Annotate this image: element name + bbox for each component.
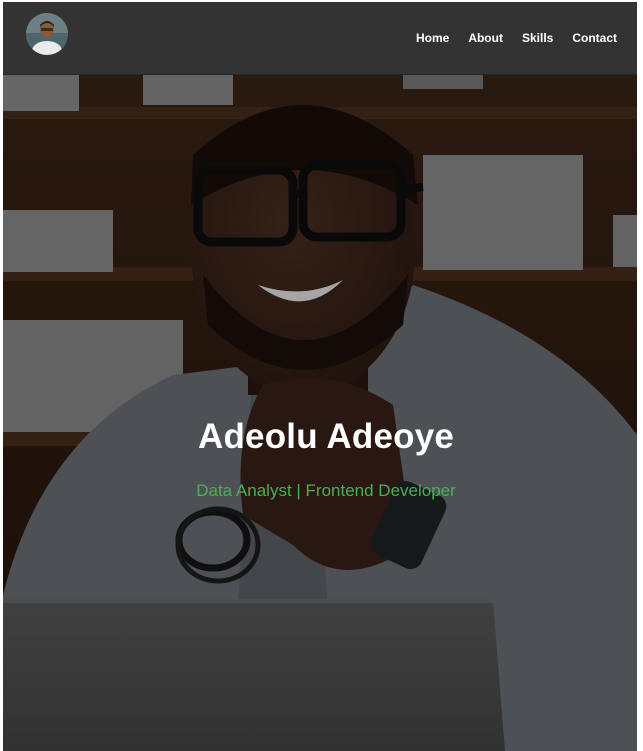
nav-link-skills[interactable]: Skills xyxy=(522,31,553,45)
page-frame: Home About Skills Contact Adeolu Adeoye … xyxy=(3,2,637,751)
hero-name: Adeolu Adeoye xyxy=(197,417,455,456)
navbar: Home About Skills Contact xyxy=(3,2,637,75)
nav-link-home[interactable]: Home xyxy=(416,31,449,45)
nav-link-contact[interactable]: Contact xyxy=(572,31,617,45)
nav-menu: Home About Skills Contact xyxy=(415,2,637,74)
avatar-image xyxy=(26,13,68,55)
hero-section: Adeolu Adeoye Data Analyst | Frontend De… xyxy=(3,75,637,751)
hero-background-image xyxy=(3,75,637,751)
avatar[interactable] xyxy=(26,13,68,55)
hero-tagline: Data Analyst | Frontend Developer xyxy=(196,481,456,500)
nav-link-about[interactable]: About xyxy=(468,31,503,45)
